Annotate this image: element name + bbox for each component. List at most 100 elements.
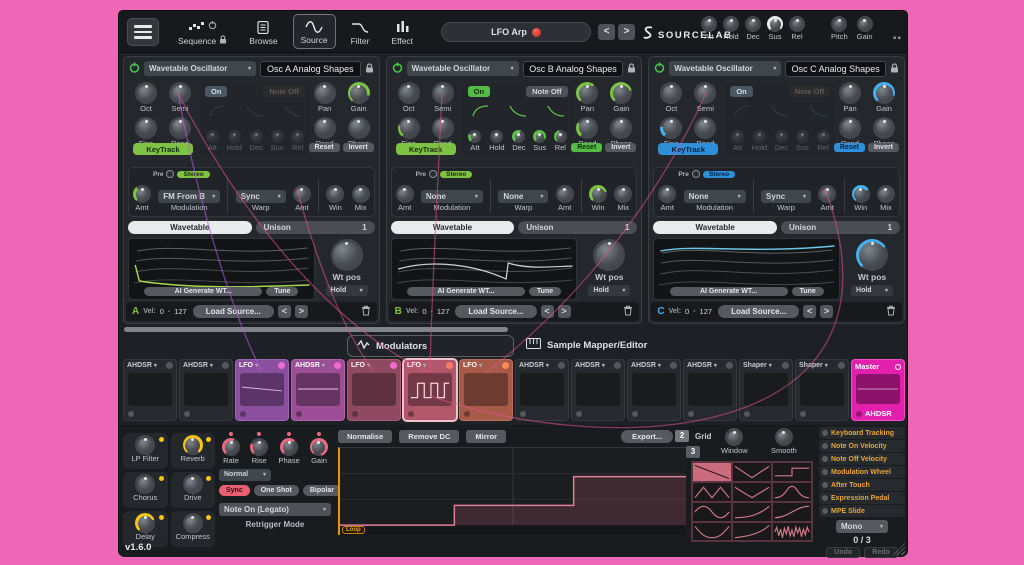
osc-b-env-rel-knob[interactable] (554, 130, 567, 143)
osc-c-wtpos-knob[interactable] (856, 239, 888, 271)
preset-prev-button[interactable]: < (598, 24, 615, 40)
mod-source-note-on-velocity[interactable]: Note On Velocity (819, 440, 905, 452)
tab-filter[interactable]: Filter (344, 16, 377, 49)
smooth-knob[interactable] (775, 428, 793, 446)
osc-c-rand-phase-knob[interactable] (839, 117, 861, 139)
osc-b-hold-select[interactable]: Hold▾ (588, 285, 630, 296)
osc-c-mod-source-select[interactable]: None▾ (684, 190, 746, 203)
osc-c-invert-button[interactable]: Invert (868, 143, 899, 152)
osc-a-hold-select[interactable]: Hold▾ (326, 285, 368, 296)
osc-a-fine-knob[interactable] (135, 117, 157, 139)
macro-rel-knob[interactable] (789, 16, 805, 32)
osc-a-wtpos-knob[interactable] (331, 239, 363, 271)
osc-c-tab-unison[interactable]: Unison1 (781, 221, 900, 234)
mod-slot-10-ahdsr[interactable]: AHDSR▾ (627, 359, 681, 421)
fx-drive[interactable]: Drive (171, 472, 216, 508)
osc-c-env-mode-button[interactable]: Note Off (789, 86, 831, 97)
mod-source-expression-pedal[interactable]: Expression Pedal (819, 492, 905, 504)
osc-a-wavetable-display[interactable]: AI Generate WT...Tune (128, 238, 315, 300)
osc-b-warp-mode-select[interactable]: None▾ (498, 190, 548, 203)
osc-c-tab-wavetable[interactable]: Wavetable (653, 221, 777, 234)
macro-sus-knob[interactable] (767, 16, 783, 32)
global-pitch-knob[interactable] (831, 16, 847, 32)
mod-source-modulation-wheel[interactable]: Modulation Wheel (819, 466, 905, 478)
osc-b-env-on-button[interactable]: On (468, 86, 490, 97)
lfo-bipolar-button[interactable]: Bipolar (303, 485, 341, 496)
osc-a-env-mode-button[interactable]: Note Off (263, 86, 305, 97)
osc-b-ai-generate-button[interactable]: AI Generate WT... (407, 287, 525, 296)
osc-a-rand-knob[interactable] (169, 117, 191, 139)
redo-button[interactable]: Redo (864, 547, 898, 558)
osc-a-env-att-knob[interactable] (206, 130, 219, 143)
grid-x-stepper[interactable]: 2 (675, 430, 689, 442)
osc-b-stereo-button[interactable]: Stereo (440, 171, 472, 178)
sample-mapper-button[interactable]: Sample Mapper/Editor (526, 338, 647, 352)
shape-sine[interactable] (692, 502, 732, 522)
osc-a-pre-toggle[interactable] (166, 170, 174, 178)
osc-a-env-hold-knob[interactable] (228, 130, 241, 143)
osc-b-power-button[interactable] (392, 60, 403, 78)
macro-dec-knob[interactable] (745, 16, 761, 32)
osc-b-source-prev-button[interactable]: < (541, 305, 554, 318)
osc-b-vel-min[interactable]: 0 (422, 307, 426, 316)
lfo-phase-knob[interactable] (280, 438, 298, 456)
osc-c-semi-knob[interactable] (694, 82, 716, 104)
trash-icon[interactable] (886, 303, 896, 321)
osc-a-mod-amt-knob[interactable] (133, 185, 151, 203)
mod-slot-4-ahdsr[interactable]: AHDSR▾ (291, 359, 345, 421)
fx-compress[interactable]: Compress (171, 511, 216, 547)
osc-c-env-dec-knob[interactable] (775, 130, 788, 143)
osc-b-env-hold-knob[interactable] (490, 130, 503, 143)
lock-icon[interactable] (627, 60, 636, 78)
osc-a-warp-amt-knob[interactable] (293, 185, 311, 203)
osc-b-type-select[interactable]: Wavetable Oscillator▾ (407, 61, 519, 76)
mod-source-keyboard-tracking[interactable]: Keyboard Tracking (819, 427, 905, 439)
osc-a-vel-min[interactable]: 0 (160, 307, 164, 316)
osc-a-vel-max[interactable]: 127 (174, 307, 187, 316)
osc-c-pre-toggle[interactable] (692, 170, 700, 178)
osc-a-semi-knob[interactable] (169, 82, 191, 104)
tab-sequence[interactable]: Sequence (171, 15, 234, 49)
mod-slot-master[interactable]: Master AHDSR (851, 359, 905, 421)
osc-c-mix-knob[interactable] (877, 185, 895, 203)
osc-a-reset-button[interactable]: Reset (309, 143, 340, 152)
preset-next-button[interactable]: > (618, 24, 635, 40)
osc-b-mod-amt-knob[interactable] (396, 185, 414, 203)
shape-ramp-curve[interactable] (732, 522, 772, 542)
mod-slot-9-ahdsr[interactable]: AHDSR▾ (571, 359, 625, 421)
tab-source[interactable]: Source (293, 14, 336, 49)
osc-a-type-select[interactable]: Wavetable Oscillator▾ (144, 61, 256, 76)
osc-b-env-sus-knob[interactable] (533, 130, 546, 143)
mod-slot-5-lfo[interactable]: LFO▾ (347, 359, 401, 421)
osc-c-oct-knob[interactable] (660, 82, 682, 104)
lock-icon[interactable] (365, 60, 374, 78)
loop-badge[interactable]: Loop (342, 526, 365, 534)
export-button[interactable]: Export... (621, 430, 673, 443)
osc-b-env-att-knob[interactable] (468, 130, 481, 143)
osc-c-env-att-knob[interactable] (731, 130, 744, 143)
osc-a-env-dec-knob[interactable] (250, 130, 263, 143)
osc-a-power-button[interactable] (129, 60, 140, 78)
lfo-retrigger-select[interactable]: Note On (Legato)▾ (219, 503, 331, 516)
mod-slot-2-ahdsr[interactable]: AHDSR▾ (179, 359, 233, 421)
shape-s-curve[interactable] (772, 502, 812, 522)
osc-b-tab-unison[interactable]: Unison1 (518, 221, 637, 234)
remove-dc-button[interactable]: Remove DC (399, 430, 459, 443)
shape-square[interactable] (772, 462, 812, 482)
osc-c-source-prev-button[interactable]: < (803, 305, 816, 318)
osc-a-name-field[interactable]: Osc A Analog Shapes (260, 61, 361, 77)
osc-a-source-next-button[interactable]: > (295, 305, 308, 318)
osc-b-mix-knob[interactable] (614, 185, 632, 203)
osc-c-type-select[interactable]: Wavetable Oscillator▾ (669, 61, 781, 76)
osc-c-vel-max[interactable]: 127 (700, 307, 713, 316)
osc-a-env-on-button[interactable]: On (205, 86, 227, 97)
lfo-sync-button[interactable]: Sync (219, 485, 250, 496)
modulators-bar-button[interactable]: Modulators (347, 335, 514, 357)
osc-c-name-field[interactable]: Osc C Analog Shapes (785, 61, 886, 77)
osc-c-ai-generate-button[interactable]: AI Generate WT... (670, 287, 788, 296)
mod-slot-13-shaper[interactable]: Shaper▾ (795, 359, 849, 421)
osc-b-win-knob[interactable] (589, 185, 607, 203)
osc-c-power-button[interactable] (654, 60, 665, 78)
lfo-one-shot-button[interactable]: One Shot (254, 485, 299, 496)
tab-effect[interactable]: Effect (384, 16, 420, 49)
